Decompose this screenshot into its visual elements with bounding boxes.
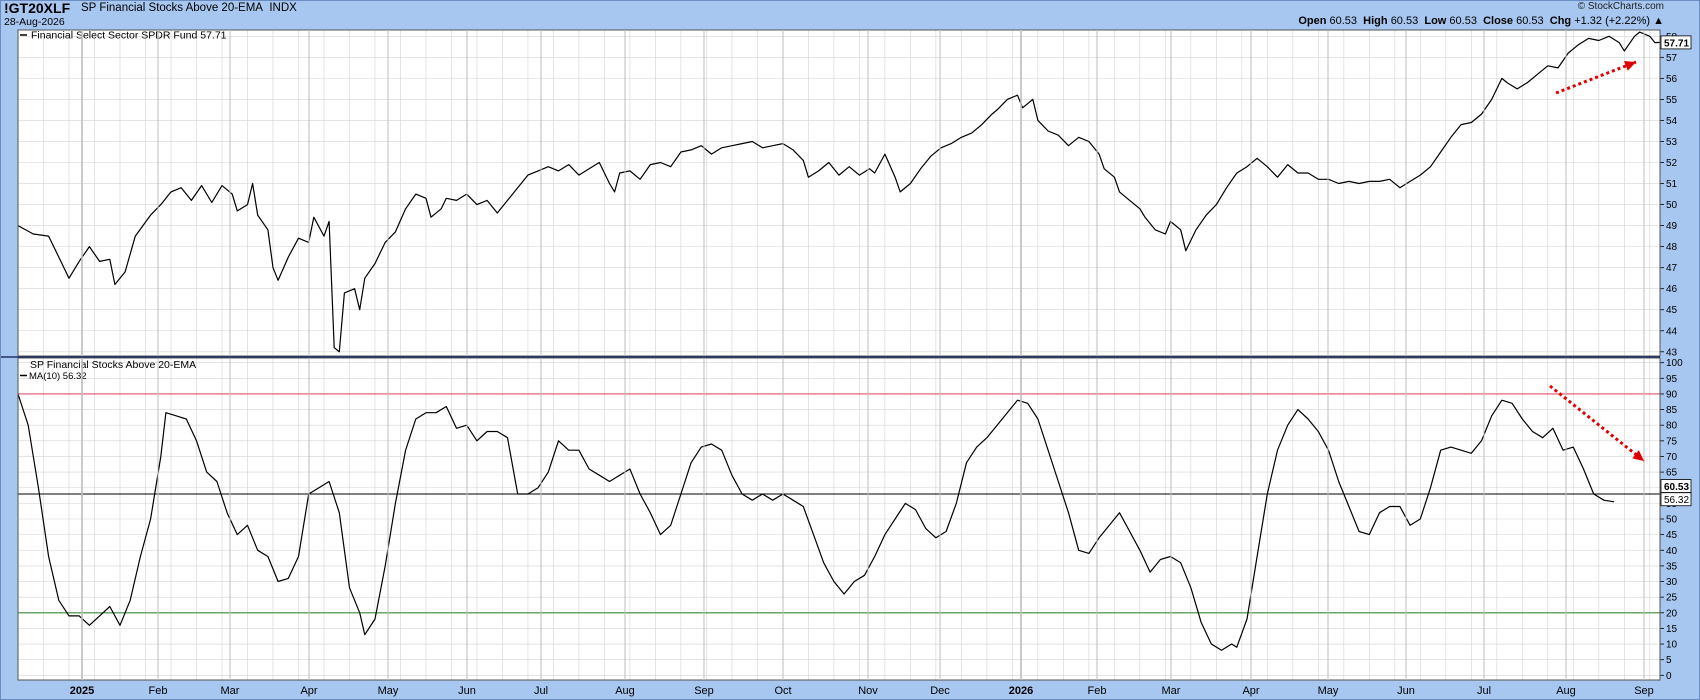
oscillator-ytick-label: 25 (1666, 593, 1678, 604)
price-ytick-label: 49 (1666, 221, 1678, 232)
x-axis-label: Apr (1242, 685, 1259, 697)
x-axis-label: May (378, 685, 399, 697)
oscillator-ytick-label: 90 (1666, 389, 1678, 400)
oscillator-ytick-label: 95 (1666, 374, 1678, 385)
price-legend: Financial Select Sector SPDR Fund 57.71 (31, 30, 227, 42)
x-axis-label: Oct (774, 685, 791, 697)
x-axis-label: 2025 (70, 685, 94, 697)
x-axis-label: Jun (1397, 685, 1415, 697)
oscillator-ytick-label: 65 (1666, 468, 1678, 479)
x-axis-label: Jun (458, 685, 476, 697)
ma-legend: MA(10) 56.32 (29, 371, 87, 382)
x-axis-label: Dec (930, 685, 950, 697)
oscillator-ytick-label: 5 (1666, 655, 1672, 666)
x-axis-label: Mar (1162, 685, 1181, 697)
price-ytick-label: 53 (1666, 137, 1678, 148)
chart-area: 4344454647484950515253545556575805101520… (0, 0, 1700, 700)
x-axis-label: Sep (694, 685, 714, 697)
price-ytick-label: 52 (1666, 158, 1678, 169)
x-axis-label: Aug (615, 685, 635, 697)
oscillator-ytick-label: 80 (1666, 421, 1678, 432)
oscillator-ytick-label: 50 (1666, 515, 1678, 526)
oscillator-ytick-label: 20 (1666, 608, 1678, 619)
price-ytick-label: 57 (1666, 53, 1678, 64)
oscillator-ytick-label: 15 (1666, 624, 1678, 635)
price-ytick-label: 46 (1666, 284, 1678, 295)
oscillator-title: SP Financial Stocks Above 20-EMA (30, 359, 196, 371)
ma-last-value: 56.32 (1664, 495, 1689, 506)
oscillator-ytick-label: 35 (1666, 561, 1678, 572)
price-ytick-label: 44 (1666, 326, 1678, 337)
oscillator-ytick-label: 85 (1666, 405, 1678, 416)
x-axis-label: Mar (221, 685, 240, 697)
oscillator-ytick-label: 45 (1666, 530, 1678, 541)
oscillator-ytick-label: 10 (1666, 640, 1678, 651)
oscillator-last-value: 60.53 (1664, 482, 1689, 493)
x-axis-label: Feb (149, 685, 168, 697)
x-axis-label: Aug (1556, 685, 1576, 697)
price-ytick-label: 54 (1666, 116, 1678, 127)
x-axis-label: Sep (1634, 685, 1654, 697)
x-axis-label: 2026 (1009, 685, 1033, 697)
price-ytick-label: 55 (1666, 95, 1678, 106)
price-ytick-label: 43 (1666, 347, 1678, 358)
oscillator-ytick-label: 75 (1666, 436, 1678, 447)
price-ytick-label: 50 (1666, 200, 1678, 211)
x-axis-label: Nov (858, 685, 878, 697)
price-ytick-label: 48 (1666, 242, 1678, 253)
oscillator-ytick-label: 30 (1666, 577, 1678, 588)
x-axis-label: May (1318, 685, 1339, 697)
x-axis-label: Jul (1477, 685, 1491, 697)
x-axis-label: Apr (300, 685, 317, 697)
price-ytick-label: 56 (1666, 74, 1678, 85)
oscillator-ytick-label: 70 (1666, 452, 1678, 463)
oscillator-ytick-label: 40 (1666, 546, 1678, 557)
price-ytick-label: 51 (1666, 179, 1678, 190)
oscillator-ytick-label: 100 (1666, 358, 1683, 369)
x-axis-label: Jul (534, 685, 548, 697)
price-ytick-label: 47 (1666, 263, 1678, 274)
price-panel-bg (18, 30, 1660, 356)
price-last-value: 57.71 (1664, 38, 1689, 49)
x-axis-label: Feb (1088, 685, 1107, 697)
price-ytick-label: 45 (1666, 305, 1678, 316)
oscillator-ytick-label: 0 (1666, 671, 1672, 682)
